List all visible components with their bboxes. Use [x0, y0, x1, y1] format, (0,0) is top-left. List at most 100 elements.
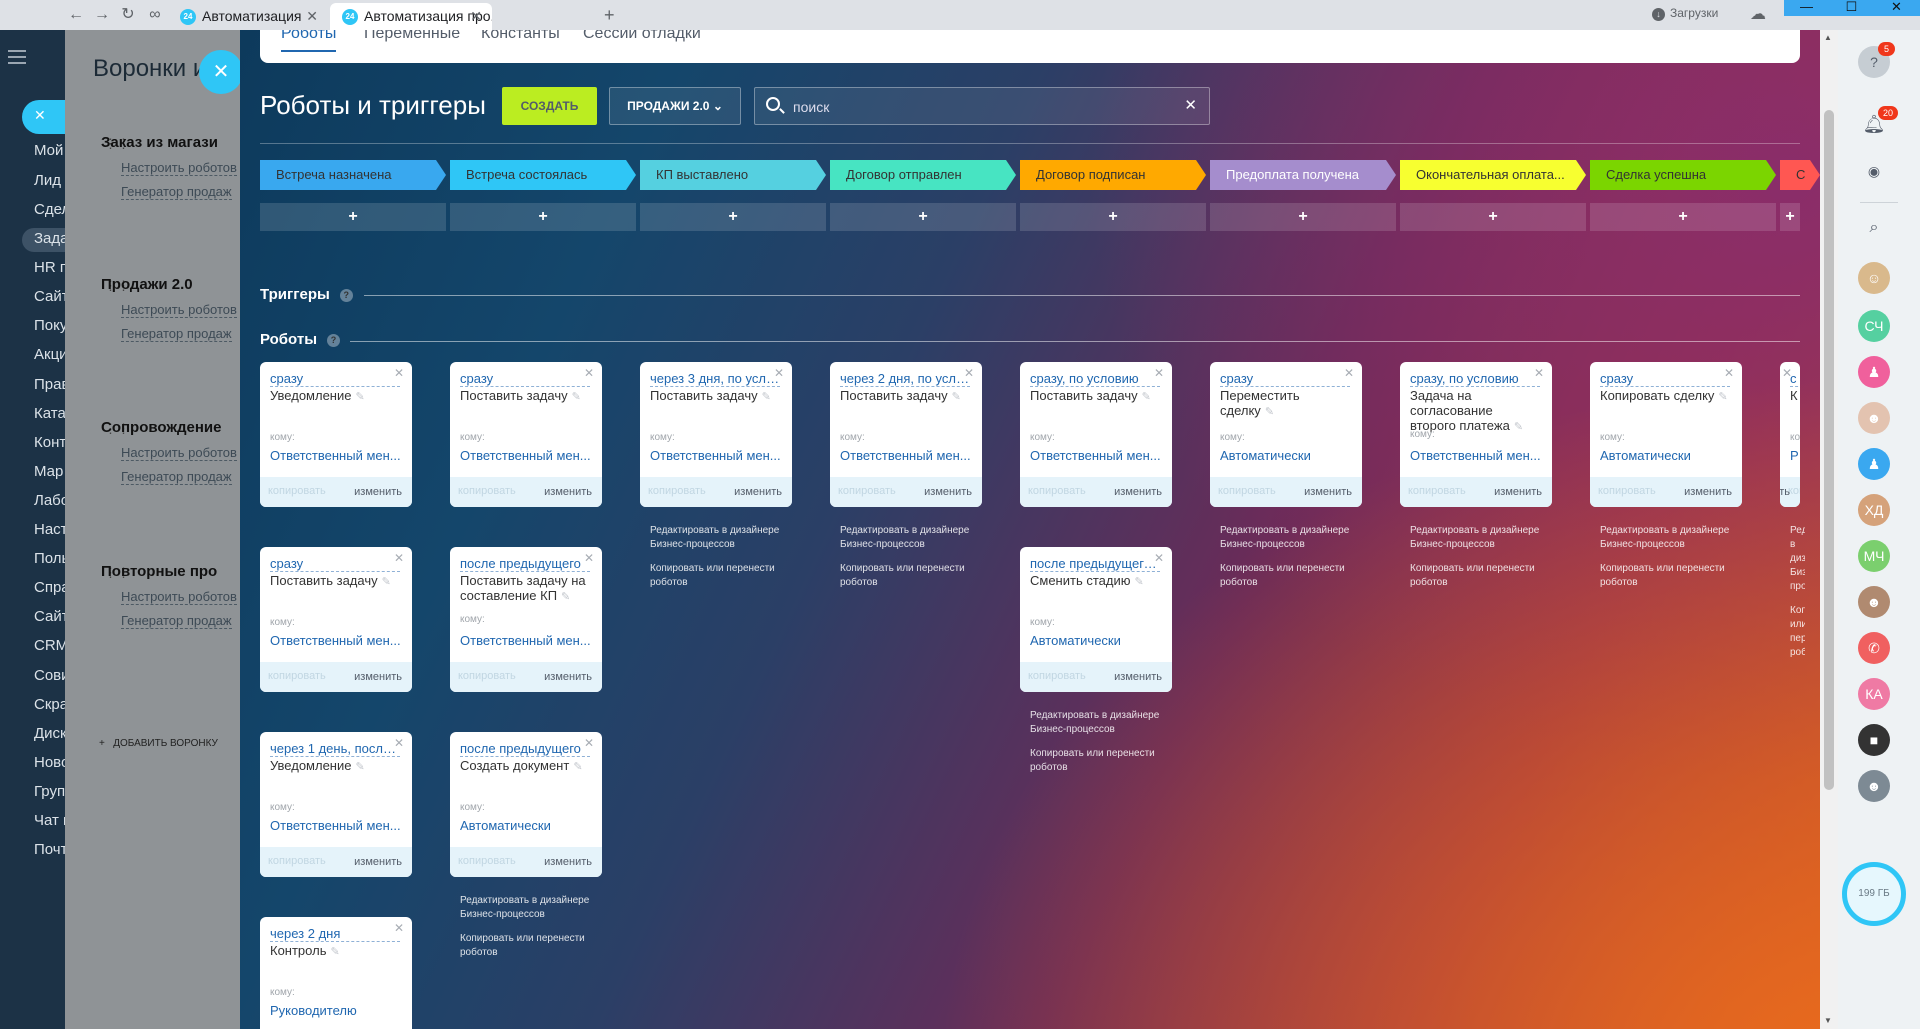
group-chat-icon[interactable]: ♟	[1858, 448, 1890, 480]
new-tab-icon[interactable]: +	[604, 5, 615, 26]
robot-card[interactable]: ✕ через 2 дня, по услов... Поставить задач…	[830, 362, 982, 507]
copy-robot-link[interactable]: копировать	[1028, 670, 1086, 682]
robot-delay-condition[interactable]: через 3 дня, по услов...	[650, 371, 780, 387]
copy-or-move-robots-link[interactable]: Копировать или перенести роботов	[1600, 562, 1740, 590]
pencil-icon[interactable]: ✎	[572, 391, 581, 403]
robot-card[interactable]: ✕после предыдущего, п...Сменить стадию✎к…	[1020, 547, 1172, 692]
menu-close-pill[interactable]: ✕	[22, 100, 65, 134]
edit-in-designer-link[interactable]: Редактировать в дизайнере Бизнес-процесс…	[650, 524, 790, 552]
configure-robots-link[interactable]: Настроить роботов	[121, 302, 237, 318]
menu-item[interactable]: HR п	[34, 259, 65, 276]
robot-delay-condition[interactable]: сразу	[1220, 371, 1350, 387]
group-avatar[interactable]: ☺	[1858, 262, 1890, 294]
menu-item[interactable]: Мой	[34, 142, 63, 159]
menu-item[interactable]: Сдел	[34, 201, 65, 218]
company-avatar[interactable]: ■	[1858, 724, 1890, 756]
browser-tab-automation-active[interactable]: 24 Автоматизация про... ✕	[330, 3, 492, 30]
edit-robot-link[interactable]: изменить	[1494, 486, 1542, 498]
menu-item[interactable]: Акци	[34, 346, 65, 363]
menu-item[interactable]: Сайт	[34, 288, 65, 305]
robot-delay-condition[interactable]: через 2 дня, по услов...	[840, 371, 970, 387]
edit-robot-link[interactable]: изменить	[1304, 486, 1352, 498]
copy-robot-link[interactable]: копировать	[458, 670, 516, 682]
robot-card[interactable]: ✕ сразу Поставить задачу ✎ кому: Ответственны…	[260, 547, 412, 692]
menu-item[interactable]: Наст	[34, 521, 65, 538]
edit-robot-link[interactable]: изменить	[354, 486, 402, 498]
sales-generator-link[interactable]: Генератор продаж	[121, 613, 232, 629]
menu-item[interactable]: Зада	[34, 230, 65, 247]
add-funnel-button[interactable]: + ДОБАВИТЬ ВОРОНКУ	[99, 738, 218, 749]
edit-robot-link[interactable]: изменить	[544, 671, 592, 683]
robot-card[interactable]: ✕ сразу, по условию Задача на согласование…	[1400, 362, 1552, 507]
add-robot-button[interactable]: +	[1020, 203, 1206, 231]
robot-card[interactable]: ✕сК✎кому:Ркопироватьизменить	[1780, 362, 1800, 507]
robot-card[interactable]: ✕ после предыдущего Создать документ ✎ кому:…	[450, 732, 602, 877]
stage-column[interactable]: КП выставлено	[640, 160, 826, 190]
pencil-icon[interactable]: ✎	[1514, 421, 1523, 433]
sales-generator-link[interactable]: Генератор продаж	[121, 469, 232, 485]
edit-in-designer-link[interactable]: Редактировать в дизайнере Бизнес-процесс…	[1410, 524, 1550, 552]
menu-item[interactable]: Ново	[34, 754, 65, 771]
create-button[interactable]: СОЗДАТЬ	[502, 87, 597, 125]
stage-column[interactable]: Договор подписан	[1020, 160, 1206, 190]
copy-or-move-robots-link[interactable]: Копировать или перенести роботов	[1220, 562, 1360, 590]
edit-robot-link[interactable]: изменить	[354, 671, 402, 683]
pencil-icon[interactable]: ✎	[355, 391, 364, 403]
copy-robot-link[interactable]: копировать	[1408, 485, 1466, 497]
menu-item[interactable]: Поль	[34, 550, 65, 567]
pencil-icon[interactable]: ✎	[1142, 391, 1151, 403]
edit-robot-link[interactable]: изменить	[354, 856, 402, 868]
stage-column[interactable]: Договор отправлен	[830, 160, 1016, 190]
copy-robot-link[interactable]: копировать	[838, 485, 896, 497]
stage-column[interactable]: Окончательная оплата...	[1400, 160, 1586, 190]
menu-item[interactable]: Конт	[34, 434, 65, 451]
edit-in-designer-link[interactable]: Редактировать в дизайнере Бизнес-процесс…	[1600, 524, 1740, 552]
add-robot-button[interactable]: +	[640, 203, 826, 231]
edit-robot-link[interactable]: изменить	[734, 486, 782, 498]
edit-in-designer-link[interactable]: Редактировать в дизайнере Бизнес-процесс…	[1790, 524, 1805, 594]
copy-robot-link[interactable]: копировать	[648, 485, 706, 497]
robot-card[interactable]: ✕ через 1 день, после п... Уведомление ✎ ком…	[260, 732, 412, 877]
tab-variables[interactable]: Переменные	[364, 30, 460, 43]
configure-robots-link[interactable]: Настроить роботов	[121, 160, 237, 176]
tab-robots[interactable]: Роботы	[281, 30, 337, 52]
add-robot-button[interactable]: +	[450, 203, 636, 231]
edit-robot-link[interactable]: изменить	[544, 486, 592, 498]
copy-or-move-robots-link[interactable]: Копировать или перенести роботов	[460, 932, 600, 960]
help-icon[interactable]: ?	[339, 289, 353, 302]
add-robot-button[interactable]: +	[1210, 203, 1396, 231]
maximize-icon[interactable]: ☐	[1829, 0, 1874, 15]
copy-robot-link[interactable]: копировать	[268, 855, 326, 867]
pencil-icon[interactable]: ✎	[330, 946, 339, 958]
robot-delay-condition[interactable]: после предыдущего, п...	[1030, 556, 1160, 572]
add-robot-button[interactable]: +	[1780, 203, 1800, 231]
copy-or-move-robots-link[interactable]: Копировать или перенести роботов	[1410, 562, 1550, 590]
group-chat-icon[interactable]: ♟	[1858, 356, 1890, 388]
copy-or-move-robots-link[interactable]: Копировать или перенести роботов	[650, 562, 790, 590]
robot-card[interactable]: ✕через 2 дняКонтроль✎кому:Руководителюко…	[260, 917, 412, 1029]
add-robot-button[interactable]: +	[1400, 203, 1586, 231]
menu-item[interactable]: Скра	[34, 696, 65, 713]
pencil-icon[interactable]: ✎	[1134, 576, 1143, 588]
configure-robots-link[interactable]: Настроить роботов	[121, 445, 237, 461]
pencil-icon[interactable]: ✎	[1265, 406, 1274, 418]
robot-delay-condition[interactable]: сразу	[1600, 371, 1730, 387]
copy-or-move-robots-link[interactable]: Копировать или перенести роботов	[1030, 747, 1170, 775]
menu-item[interactable]: Почт	[34, 841, 65, 858]
copy-robot-link[interactable]: копировать	[1598, 485, 1656, 497]
add-robot-button[interactable]: +	[830, 203, 1016, 231]
stage-column[interactable]: Встреча состоялась	[450, 160, 636, 190]
edit-robot-link[interactable]: изменить	[1684, 486, 1732, 498]
robot-card[interactable]: ✕ сразу Переместить сделку ✎ кому: Автоматиче…	[1210, 362, 1362, 507]
pencil-icon[interactable]: ✎	[382, 576, 391, 588]
robot-card[interactable]: ✕ сразу Копировать сделку ✎ кому: Автоматичес…	[1590, 362, 1742, 507]
robot-card[interactable]: ✕ сразу Уведомление ✎ кому: Ответственный мен…	[260, 362, 412, 507]
menu-item[interactable]: Чат и	[34, 812, 65, 829]
edit-in-designer-link[interactable]: Редактировать в дизайнере Бизнес-процесс…	[1030, 709, 1170, 737]
pencil-icon[interactable]: ✎	[573, 761, 582, 773]
scroll-thumb[interactable]	[1824, 110, 1834, 790]
minimize-icon[interactable]: —	[1784, 0, 1829, 14]
edit-in-designer-link[interactable]: Редактировать в дизайнере Бизнес-процесс…	[840, 524, 980, 552]
menu-item[interactable]: Сайт	[34, 608, 65, 625]
search-field[interactable]: поиск ✕	[754, 87, 1210, 125]
